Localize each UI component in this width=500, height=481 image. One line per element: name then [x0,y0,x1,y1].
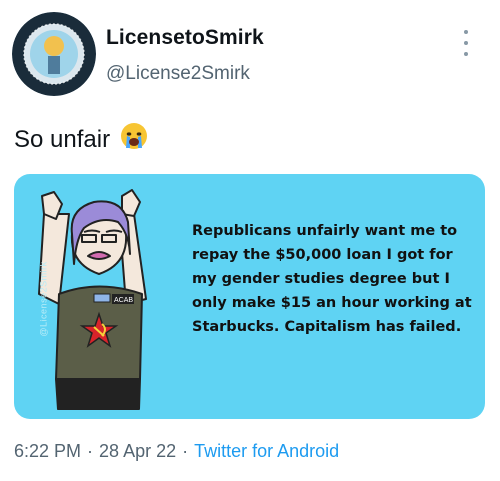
tweet-media[interactable]: ACAB @License2Smirk Republicans unfairly… [14,174,485,419]
dot [464,30,468,34]
tweet-text-content: So unfair [14,125,111,153]
tweet-source-link[interactable]: Twitter for Android [194,441,339,461]
display-name[interactable]: LicensetoSmirk [106,26,264,50]
tweet-time[interactable]: 6:22 PM [14,441,81,461]
dot [464,52,468,56]
crying-face-icon [120,122,148,157]
more-options-icon[interactable] [458,30,474,56]
meme-caption: Republicans unfairly want me to repay th… [192,223,472,335]
tweet-text: So unfair [14,122,148,157]
tweet-meta: 6:22 PM · 28 Apr 22 · Twitter for Android [14,441,339,462]
dot [464,41,468,45]
user-handle[interactable]: @License2Smirk [106,63,250,85]
acab-badge: ACAB [114,297,133,304]
avatar[interactable] [12,12,96,96]
separator: · [182,441,189,461]
avatar-image [12,12,96,96]
watermark: @License2Smirk [38,261,49,337]
tweet-date[interactable]: 28 Apr 22 [99,441,176,461]
separator: · [87,441,94,461]
